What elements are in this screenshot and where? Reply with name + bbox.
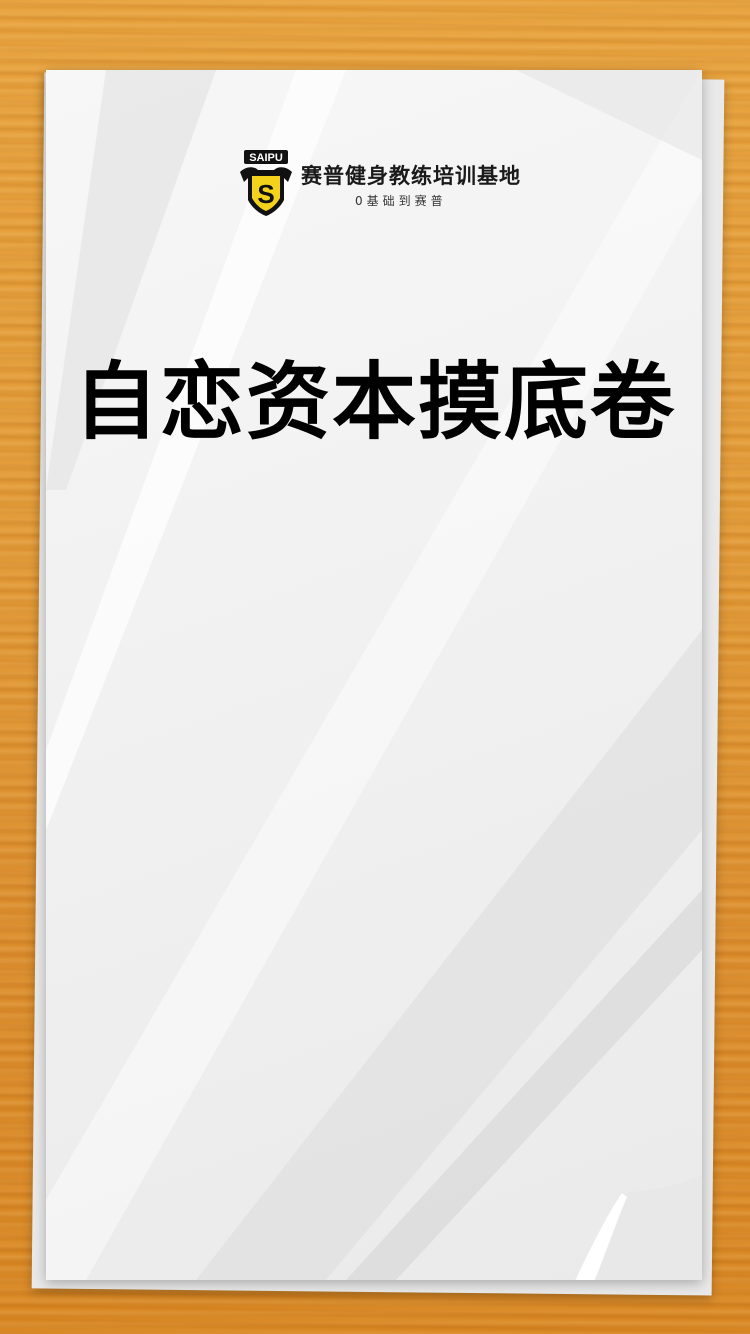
logo-badge-text: SAIPU — [249, 152, 283, 164]
brand-name: 赛普健身教练培训基地 — [301, 164, 521, 188]
brand-tagline: 0基础到赛普 — [355, 194, 447, 208]
page-title: 自恋资本摸底卷 — [73, 353, 676, 451]
page-curl — [575, 1175, 702, 1280]
paper-sheet — [46, 70, 702, 1280]
brand-block: 赛普健身教练培训基地 0基础到赛普 — [301, 163, 521, 209]
logo-emblem-letter: S — [257, 179, 274, 209]
diagonal-stripes — [46, 70, 702, 1280]
saipu-logo-icon: SAIPU S — [240, 150, 292, 216]
